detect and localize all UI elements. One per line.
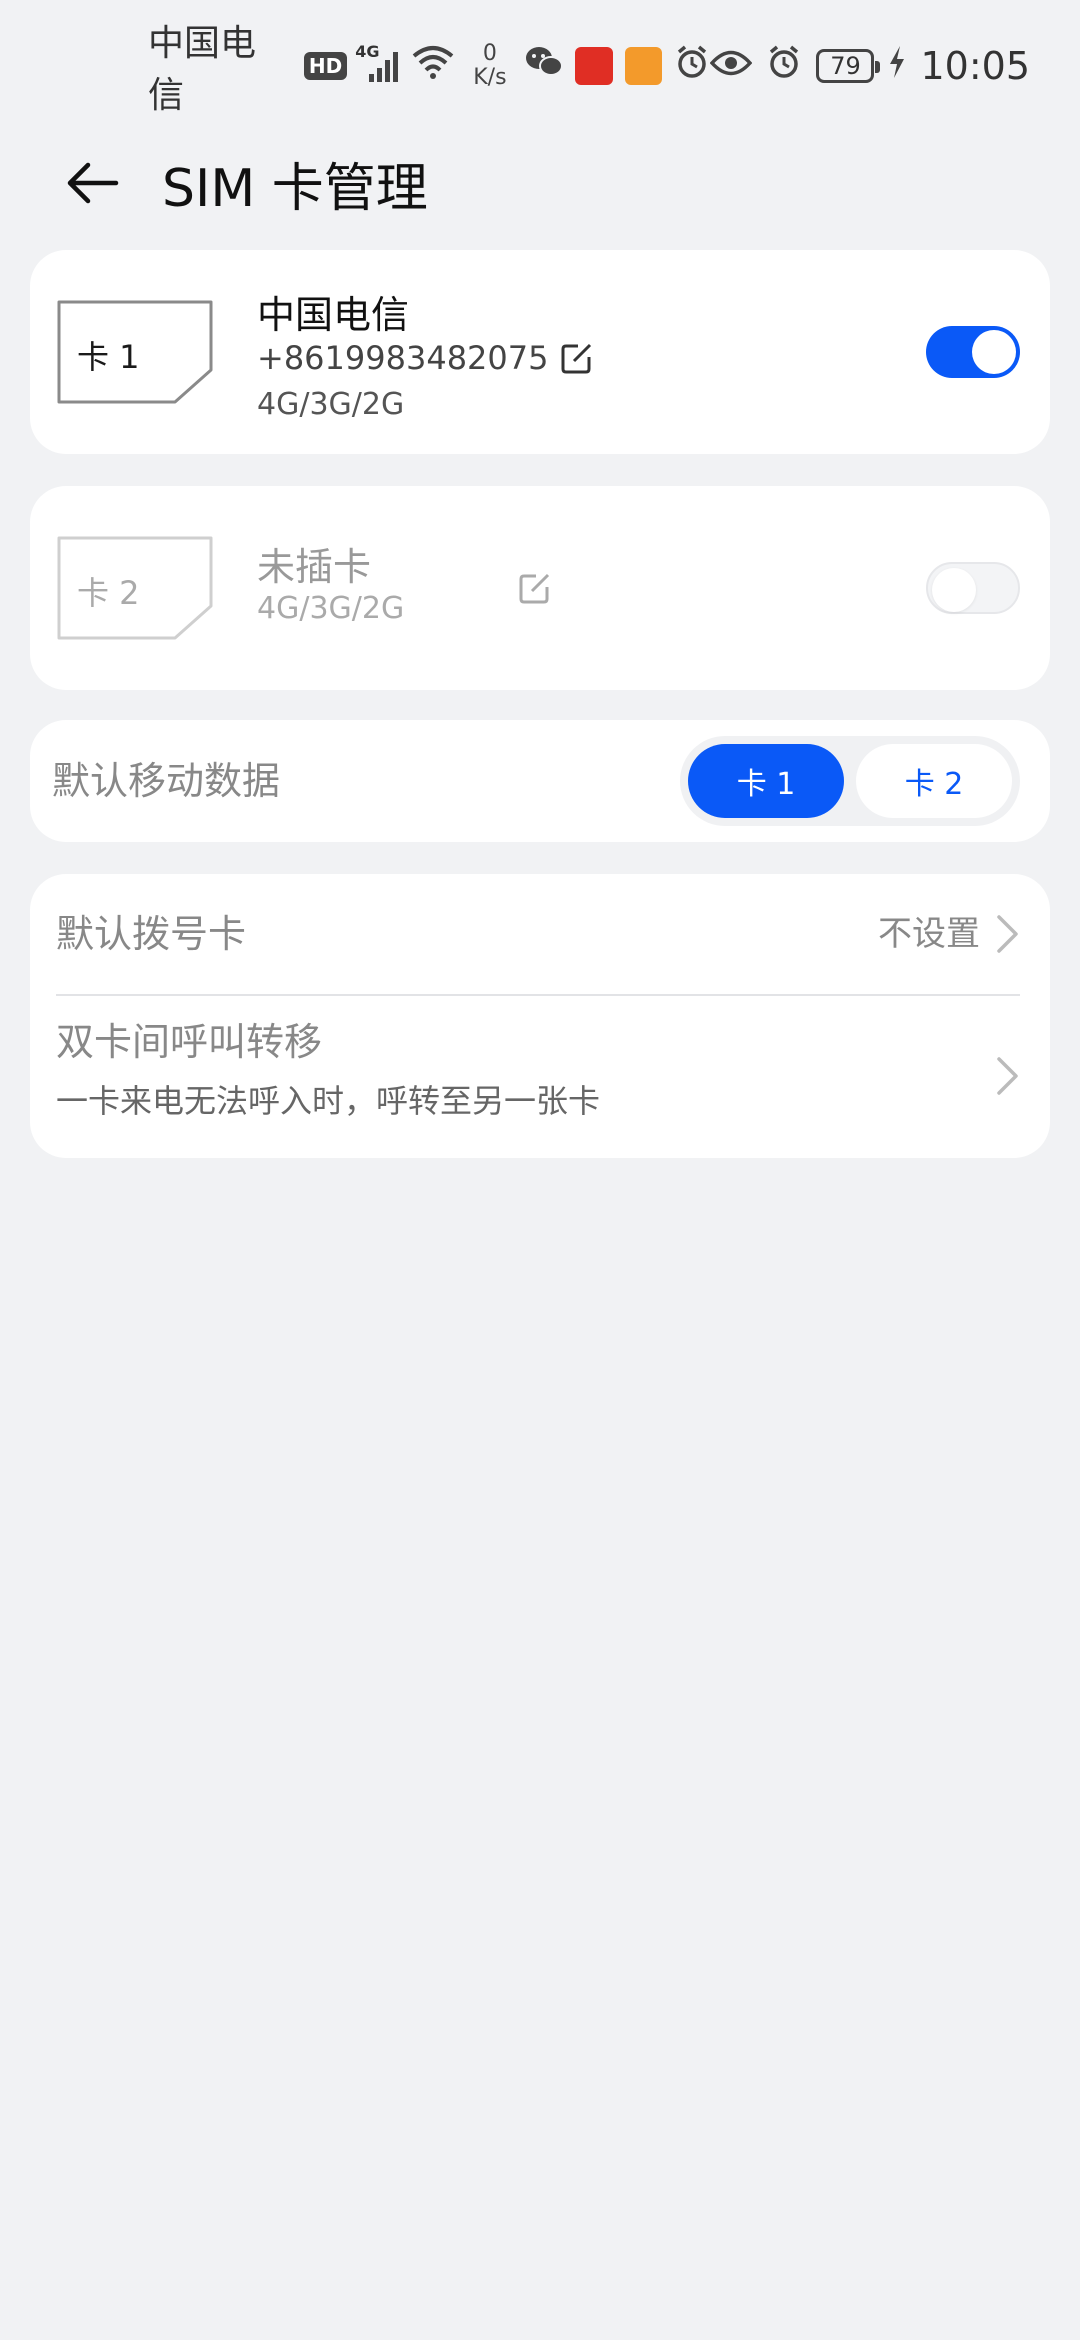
eye-comfort-icon <box>710 46 753 87</box>
sim1-info: 中国电信 +8619983482075 4G/3G/2G <box>257 284 594 428</box>
cellular-signal-icon: 4G <box>355 42 399 84</box>
data-card2-option[interactable]: 卡 2 <box>856 744 1012 818</box>
sim2-enable-toggle <box>926 562 1020 614</box>
call-forward-subtitle: 一卡来电无法呼入时，呼转至另一张卡 <box>56 1082 601 1120</box>
battery-level: 79 <box>830 52 861 80</box>
default-data-label: 默认移动数据 <box>52 759 281 803</box>
chevron-right-icon <box>997 915 1018 953</box>
call-forward-row[interactable]: 双卡间呼叫转移 一卡来电无法呼入时，呼转至另一张卡 <box>30 996 1050 1158</box>
default-dial-label: 默认拨号卡 <box>56 912 247 956</box>
hd-icon: HD <box>303 52 348 80</box>
sim2-card: 卡 2 未插卡 4G/3G/2G <box>30 486 1050 690</box>
wechat-icon <box>525 45 563 88</box>
alarm-icon <box>766 44 802 89</box>
call-settings-card: 默认拨号卡 不设置 双卡间呼叫转移 一卡来电无法呼入时，呼转至另一张卡 <box>30 874 1050 1158</box>
edit-icon-disabled <box>518 571 552 605</box>
toggle-knob <box>972 330 1016 374</box>
default-data-card: 默认移动数据 卡 1 卡 2 <box>30 720 1050 842</box>
clock-time: 10:05 <box>920 44 1030 88</box>
page-title: SIM 卡管理 <box>162 158 428 219</box>
network-type-label: 4G <box>355 42 380 61</box>
sim-management-screen: 中国电信 HD 4G 0 K/s 79 10:05 SIM 卡管理 卡 1 中国… <box>0 0 1080 2340</box>
sim2-slot-icon: 卡 2 <box>55 534 215 642</box>
toggle-knob <box>932 568 976 612</box>
charging-icon <box>888 45 906 88</box>
sim2-info: 未插卡 4G/3G/2G <box>257 536 404 632</box>
battery-icon: 79 <box>816 49 881 83</box>
sim1-slot-label: 卡 1 <box>77 338 140 376</box>
carrier-name: 中国电信 <box>148 23 257 116</box>
sim1-slot-icon: 卡 1 <box>55 298 215 406</box>
alarm-small-icon <box>674 44 710 89</box>
default-data-selector: 卡 1 卡 2 <box>680 736 1020 826</box>
sim1-carrier-name: 中国电信 <box>257 293 410 337</box>
data-card1-option[interactable]: 卡 1 <box>688 744 844 818</box>
sim1-phone-number: +8619983482075 <box>257 339 549 377</box>
status-bar: 中国电信 HD 4G 0 K/s 79 10:05 <box>0 0 1080 132</box>
sim1-card: 卡 1 中国电信 +8619983482075 4G/3G/2G <box>30 250 1050 454</box>
red-app-icon <box>574 47 613 85</box>
wifi-icon <box>411 44 455 89</box>
default-dial-row[interactable]: 默认拨号卡 不设置 <box>30 874 1050 994</box>
sim1-network-type: 4G/3G/2G <box>257 387 405 422</box>
sim1-enable-toggle[interactable] <box>926 326 1020 378</box>
sim2-slot-label: 卡 2 <box>77 574 140 612</box>
default-dial-value: 不设置 <box>878 914 980 954</box>
net-speed: 0 K/s <box>473 41 507 90</box>
chevron-right-icon <box>997 1057 1018 1095</box>
header: SIM 卡管理 <box>0 132 1080 234</box>
call-forward-title: 双卡间呼叫转移 <box>56 1020 323 1064</box>
sim2-network-type: 4G/3G/2G <box>257 591 405 626</box>
sim2-status: 未插卡 <box>257 545 372 589</box>
orange-app-icon <box>624 47 663 85</box>
back-arrow-icon <box>67 162 119 204</box>
edit-icon[interactable] <box>560 341 594 375</box>
back-button[interactable] <box>42 133 142 233</box>
